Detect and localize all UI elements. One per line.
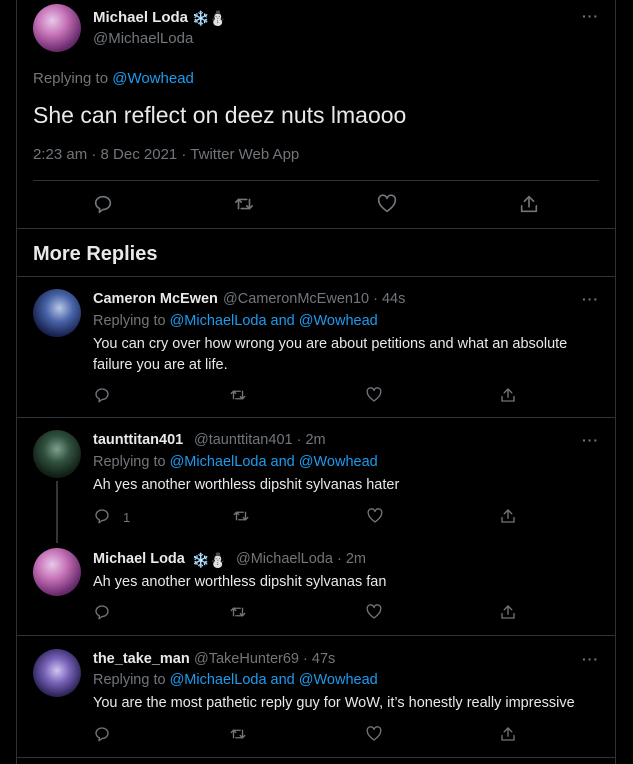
avatar[interactable] [33,548,81,596]
section-title: More Replies [33,243,158,265]
replying-to: Replying to @MichaelLoda and @Wowhead [93,672,378,688]
more-options-icon[interactable]: ··· [582,651,599,667]
like-icon[interactable] [366,507,384,525]
author-name[interactable]: the_take_man [93,651,190,667]
replying-to-label: Replying to [93,454,166,470]
share-icon[interactable] [499,507,517,525]
reply-icon[interactable] [93,725,111,743]
replying-to-label: Replying to [33,70,109,87]
name-emoji: ❄️⛄ [192,10,227,26]
tweet-text: You are the most pathetic reply guy for … [93,695,575,711]
divider [17,635,615,636]
like-icon[interactable] [365,725,383,743]
divider [17,276,615,277]
tweet-text-line: You can cry over how wrong you are about… [93,336,568,352]
divider [33,180,599,181]
reply-icon[interactable] [93,603,111,621]
tweet-text-line: failure you are at life. [93,357,228,373]
thread-connector [56,481,58,543]
like-icon[interactable] [376,193,398,215]
reply-count: 1 [123,510,131,525]
retweet-icon[interactable] [229,386,247,404]
divider [17,228,615,229]
tweet-text: She can reflect on deez nuts lmaooo [33,102,407,128]
retweet-icon[interactable] [233,193,255,215]
name-emoji: ❄️⛄ [192,552,227,568]
author-handle-time[interactable]: @TakeHunter69 · 47s [194,651,335,667]
like-icon[interactable] [365,386,383,404]
divider [17,417,615,418]
avatar[interactable] [33,649,81,697]
replying-to: Replying to @Wowhead [33,70,194,87]
like-icon[interactable] [365,603,383,621]
author-handle-time[interactable]: @CameronMcEwen10 · 44s [223,291,405,307]
avatar[interactable] [33,430,81,478]
replying-to: Replying to @MichaelLoda and @Wowhead [93,454,378,470]
author-name[interactable]: Michael Loda [93,9,188,26]
share-icon[interactable] [518,193,540,215]
share-icon[interactable] [499,603,517,621]
replying-to: Replying to @MichaelLoda and @Wowhead [93,313,378,329]
author-handle[interactable]: @MichaelLoda [93,30,193,47]
divider [17,757,615,758]
replying-to-label: Replying to [93,313,166,329]
reply-icon[interactable] [93,507,111,525]
share-icon[interactable] [499,725,517,743]
author-name[interactable]: Michael Loda [93,551,185,567]
avatar[interactable] [33,289,81,337]
reply-icon[interactable] [93,386,111,404]
author-handle-time[interactable]: @MichaelLoda · 2m [236,551,366,567]
replying-to-link[interactable]: @MichaelLoda and @Wowhead [170,313,378,329]
retweet-icon[interactable] [232,507,250,525]
tweet-timestamp[interactable]: 2:23 am · 8 Dec 2021 · Twitter Web App [33,146,299,163]
avatar[interactable] [33,4,81,52]
author-handle-time[interactable]: @taunttitan401 · 2m [194,432,326,448]
replying-to-link[interactable]: @Wowhead [112,70,194,87]
more-options-icon[interactable]: ··· [582,432,599,448]
tweet-text: Ah yes another worthless dipshit sylvana… [93,574,387,590]
replying-to-label: Replying to [93,672,166,688]
retweet-icon[interactable] [229,603,247,621]
more-options-icon[interactable]: ··· [582,8,599,24]
tweet-text: Ah yes another worthless dipshit sylvana… [93,477,400,493]
replying-to-link[interactable]: @MichaelLoda and @Wowhead [170,672,378,688]
reply-icon[interactable] [92,193,114,215]
author-name[interactable]: Cameron McEwen [93,291,218,307]
share-icon[interactable] [499,386,517,404]
retweet-icon[interactable] [229,725,247,743]
replying-to-link[interactable]: @MichaelLoda and @Wowhead [170,454,378,470]
author-name[interactable]: taunttitan401 [93,432,183,448]
tweet-text: You can cry over how wrong you are about… [93,334,567,376]
more-options-icon[interactable]: ··· [582,291,599,307]
